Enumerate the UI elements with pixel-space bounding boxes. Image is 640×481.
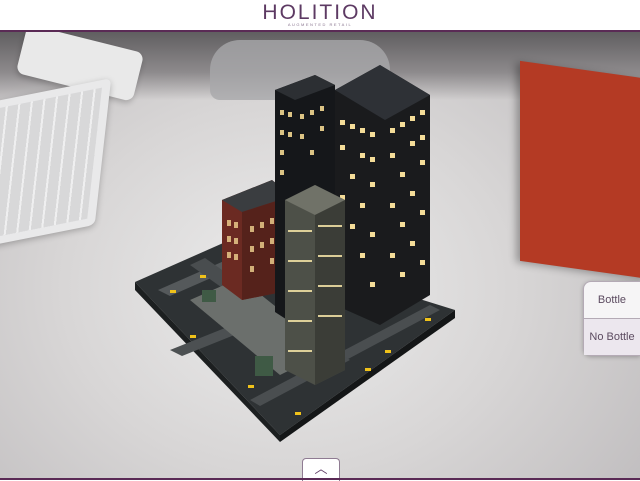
no-bottle-button[interactable]: No Bottle <box>584 318 640 355</box>
chevron-up-icon: ︿ <box>314 461 328 476</box>
ar-city-model[interactable] <box>130 50 470 450</box>
bottle-button[interactable]: Bottle <box>584 282 640 318</box>
keyboard <box>0 78 112 252</box>
ar-camera-view <box>0 0 640 480</box>
city-model-graphic <box>135 65 455 442</box>
app-header: HOLITION AUGMENTED RETAIL <box>0 0 640 32</box>
bottle-toggle: Bottle No Bottle <box>583 281 640 356</box>
brand-tagline: AUGMENTED RETAIL <box>287 22 353 27</box>
red-box <box>520 60 640 280</box>
